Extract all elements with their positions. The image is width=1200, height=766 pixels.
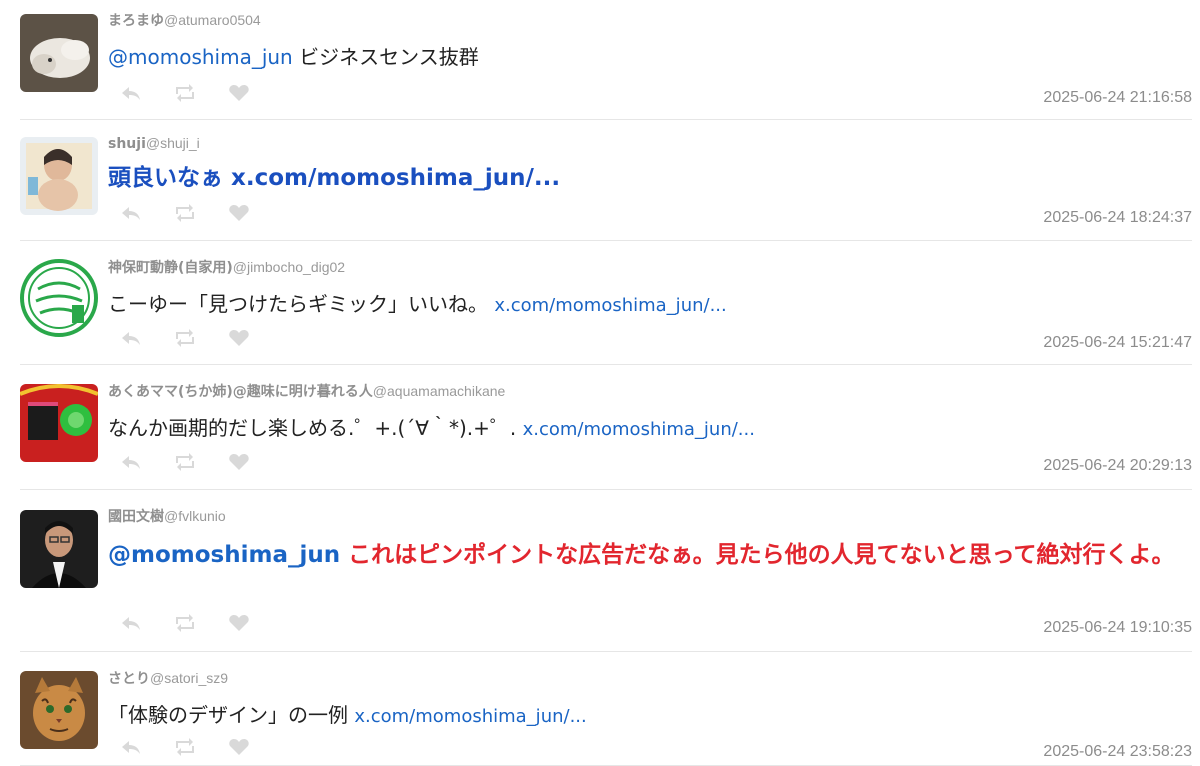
retweet-icon[interactable] — [174, 453, 196, 471]
heart-icon[interactable] — [228, 738, 250, 756]
tweet-text: @momoshima_jun ビジネスセンス抜群 — [108, 44, 1188, 71]
author-handle[interactable]: @fvlkunio — [164, 508, 226, 524]
tweet-actions — [120, 84, 250, 102]
tweet-body: 「体験のデザイン」の一例 — [108, 703, 355, 727]
tweet-text: 「体験のデザイン」の一例 x.com/momoshima_jun/... — [108, 702, 1188, 730]
timestamp[interactable]: 2025-06-24 18:24:37 — [1043, 209, 1192, 227]
reply-icon[interactable] — [120, 329, 142, 347]
reply-icon[interactable] — [120, 453, 142, 471]
heart-icon[interactable] — [228, 204, 250, 222]
avatar[interactable] — [20, 14, 98, 92]
tweet-item: あくあママ(ちか姉)@趣味に明け暮れる人@aquamamachikane なんか… — [20, 365, 1192, 490]
author-name[interactable]: まろまゆ — [108, 13, 164, 29]
tweet-text: なんか画期的だし楽しめる.゜+.(´∀｀*).+゜. x.com/momoshi… — [108, 415, 1188, 443]
tweet-author: 神保町動静(自家用)@jimbocho_dig02 — [108, 258, 345, 277]
tweet-actions — [120, 329, 250, 347]
timestamp[interactable]: 2025-06-24 23:58:23 — [1043, 743, 1192, 761]
tweet-link[interactable]: x.com/momoshima_jun/... — [231, 165, 560, 191]
avatar[interactable] — [20, 671, 98, 749]
tweet-actions — [120, 204, 250, 222]
tweet-body: 頭良いなぁ — [108, 165, 232, 191]
reply-icon[interactable] — [120, 204, 142, 222]
reply-icon[interactable] — [120, 738, 142, 756]
tweet-author: まろまゆ@atumaro0504 — [108, 11, 261, 30]
author-name[interactable]: 國田文樹 — [108, 509, 164, 525]
tweet-body: なんか画期的だし楽しめる.゜+.(´∀｀*).+゜. — [108, 416, 523, 440]
tweet-body: ビジネスセンス抜群 — [292, 45, 479, 69]
timestamp[interactable]: 2025-06-24 21:16:58 — [1043, 89, 1192, 107]
tweet-item: 神保町動静(自家用)@jimbocho_dig02 こーゆー「見つけたらギミック… — [20, 241, 1192, 365]
author-name[interactable]: 神保町動静(自家用) — [108, 260, 233, 276]
tweet-text: こーゆー「見つけたらギミック」いいね。 x.com/momoshima_jun/… — [108, 291, 1188, 319]
tweet-actions — [120, 453, 250, 471]
timestamp[interactable]: 2025-06-24 20:29:13 — [1043, 457, 1192, 475]
tweet-actions — [120, 614, 250, 632]
tweet-author: shuji@shuji_i — [108, 134, 200, 153]
tweet-item: 國田文樹@fvlkunio @momoshima_jun これはピンポイントな広… — [20, 490, 1192, 652]
tweet-text: 頭良いなぁ x.com/momoshima_jun/... — [108, 163, 1188, 193]
timestamp[interactable]: 2025-06-24 15:21:47 — [1043, 334, 1192, 352]
tweet-link[interactable]: x.com/momoshima_jun/... — [523, 419, 755, 440]
author-handle[interactable]: @jimbocho_dig02 — [233, 259, 345, 275]
tweet-author: あくあママ(ちか姉)@趣味に明け暮れる人@aquamamachikane — [108, 382, 505, 401]
tweet-author: さとり@satori_sz9 — [108, 669, 228, 688]
mention-link[interactable]: @momoshima_jun — [108, 45, 293, 69]
avatar[interactable] — [20, 259, 98, 337]
reply-icon[interactable] — [120, 614, 142, 632]
retweet-icon[interactable] — [174, 204, 196, 222]
tweet-actions — [120, 738, 250, 756]
tweet-author: 國田文樹@fvlkunio — [108, 507, 226, 526]
avatar[interactable] — [20, 137, 98, 215]
author-name[interactable]: さとり — [108, 671, 150, 687]
retweet-icon[interactable] — [174, 84, 196, 102]
author-handle[interactable]: @aquamamachikane — [373, 383, 506, 399]
author-handle[interactable]: @satori_sz9 — [150, 670, 228, 686]
heart-icon[interactable] — [228, 614, 250, 632]
tweet-item: shuji@shuji_i 頭良いなぁ x.com/momoshima_jun/… — [20, 120, 1192, 241]
heart-icon[interactable] — [228, 329, 250, 347]
author-handle[interactable]: @shuji_i — [146, 135, 200, 151]
tweet-text: @momoshima_jun これはピンポイントな広告だなぁ。見たら他の人見てな… — [108, 540, 1188, 570]
avatar[interactable] — [20, 510, 98, 588]
tweet-item: まろまゆ@atumaro0504 @momoshima_jun ビジネスセンス抜… — [20, 0, 1192, 120]
author-name[interactable]: あくあママ(ちか姉)@趣味に明け暮れる人 — [108, 384, 373, 400]
avatar[interactable] — [20, 384, 98, 462]
tweet-body: これはピンポイントな広告だなぁ。見たら他の人見てないと思って絶対行くよ。 — [340, 542, 1175, 568]
author-name[interactable]: shuji — [108, 136, 146, 152]
tweet-body: こーゆー「見つけたらギミック」いいね。 — [108, 292, 495, 316]
mention-link[interactable]: @momoshima_jun — [108, 542, 340, 568]
reply-icon[interactable] — [120, 84, 142, 102]
heart-icon[interactable] — [228, 84, 250, 102]
retweet-icon[interactable] — [174, 329, 196, 347]
author-handle[interactable]: @atumaro0504 — [164, 12, 261, 28]
retweet-icon[interactable] — [174, 614, 196, 632]
tweet-link[interactable]: x.com/momoshima_jun/... — [494, 295, 726, 316]
heart-icon[interactable] — [228, 453, 250, 471]
tweet-link[interactable]: x.com/momoshima_jun/... — [354, 706, 586, 727]
timestamp[interactable]: 2025-06-24 19:10:35 — [1043, 619, 1192, 637]
retweet-icon[interactable] — [174, 738, 196, 756]
tweet-item: さとり@satori_sz9 「体験のデザイン」の一例 x.com/momosh… — [20, 652, 1192, 766]
